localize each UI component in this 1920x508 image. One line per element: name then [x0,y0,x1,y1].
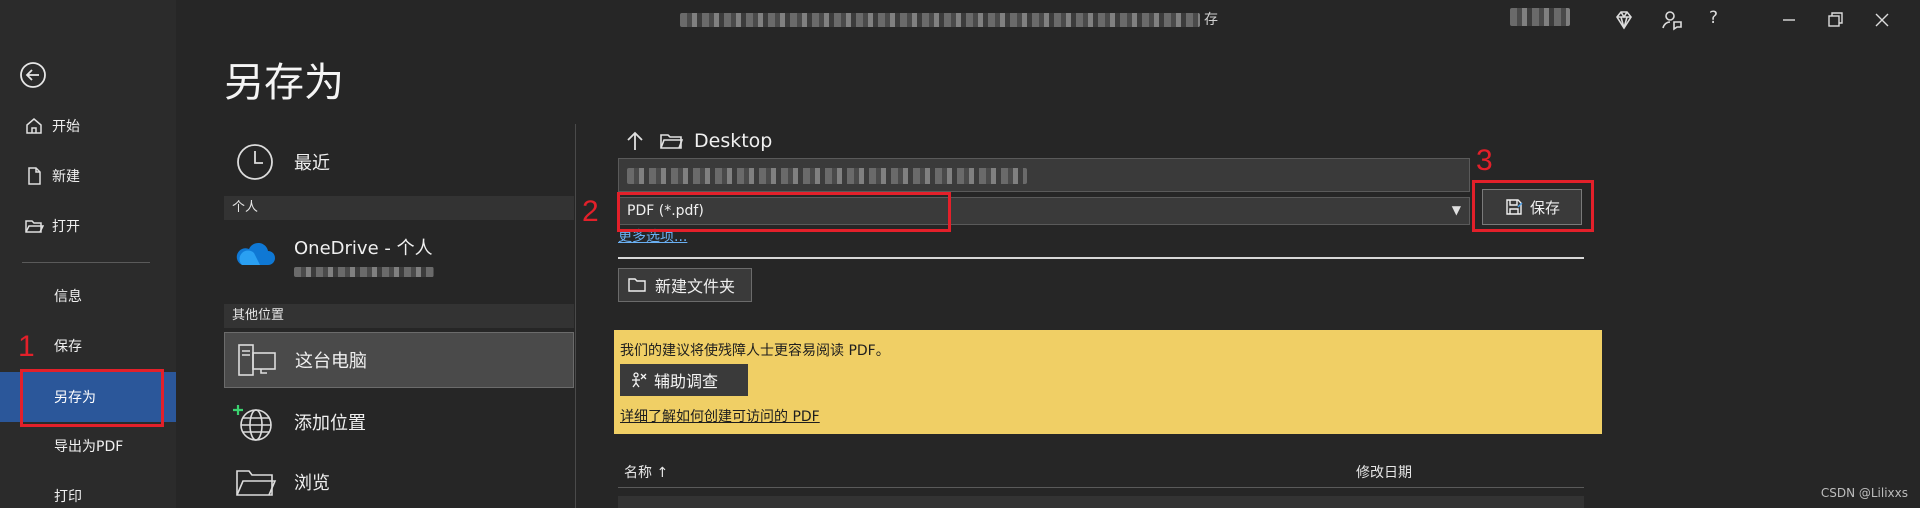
location-label: 最近 [294,153,330,174]
nav-item-home[interactable]: 开始 [0,106,176,146]
accessibility-banner: 我们的建议将使残障人士更容易阅读 PDF。 辅助调查 详细了解如何创建可访问的 … [614,330,1602,434]
location-label: 浏览 [294,473,330,494]
annotation-number-1: 1 [18,330,35,363]
accessibility-learn-link[interactable]: 详细了解如何创建可访问的 PDF [620,406,820,426]
accessibility-icon [632,372,647,388]
location-add-place[interactable]: 添加位置 [224,394,574,450]
nav-item-label: 保存 [54,339,82,355]
location-label: 这台电脑 [295,351,367,372]
share-person-icon[interactable] [1660,8,1684,32]
annotation-box-1 [20,369,164,427]
location-label: 添加位置 [294,413,366,434]
section-header-other-locations: 其他位置 [224,304,574,328]
annotation-box-2 [617,192,951,232]
backstage-nav: 开始 新建 打开 信息 保存 另存为 导出为PDF 打印 [0,0,176,508]
panel-divider [618,257,1584,259]
nav-item-label: 信息 [54,289,82,305]
nav-item-label: 新建 [52,169,80,185]
globe-add-icon [233,405,272,441]
watermark: CSDN @Lilixxs [1820,486,1908,500]
nav-item-label: 打印 [54,489,82,505]
blurred-user-name[interactable] [1510,8,1570,26]
window-title-suffix: 存 [1204,12,1218,28]
section-header-personal: 个人 [224,196,574,220]
folder-browse-icon [236,470,277,496]
restore-icon[interactable] [1823,8,1847,32]
annotation-number-3: 3 [1476,144,1493,177]
window-title: 存 [680,9,1240,31]
new-document-icon [28,167,41,185]
onedrive-cloud-icon [236,242,275,265]
diamond-icon[interactable] [1612,8,1636,32]
nav-item-open[interactable]: 打开 [0,206,176,246]
location-label: OneDrive - 个人 [294,238,433,259]
open-folder-icon [25,220,44,233]
file-list-header: 名称 ↑ 修改日期 [618,456,1584,488]
clock-icon [237,144,273,180]
nav-item-info[interactable]: 信息 [0,276,176,316]
location-onedrive[interactable]: OneDrive - 个人 [224,224,574,288]
accessibility-check-button[interactable]: 辅助调查 [620,364,748,396]
accessibility-button-label: 辅助调查 [654,372,719,391]
folder-icon [660,134,684,149]
up-arrow-icon[interactable] [622,128,648,154]
help-icon[interactable]: ? [1709,8,1718,28]
column-header-name[interactable]: 名称 ↑ [624,462,668,482]
blurred-title-text [680,13,1200,27]
location-browse[interactable]: 浏览 [224,454,574,508]
close-icon[interactable] [1870,8,1894,32]
nav-item-label: 开始 [52,119,80,135]
location-recent[interactable]: 最近 [224,134,574,190]
home-icon [26,118,42,134]
blurred-account-email [294,266,434,277]
chevron-down-icon: ▼ [1451,203,1461,217]
nav-item-label: 导出为PDF [54,439,124,455]
minimize-icon[interactable] [1777,8,1801,32]
back-arrow-icon[interactable] [18,60,48,90]
onedrive-text: OneDrive - 个人 [294,234,434,278]
accessibility-message: 我们的建议将使残障人士更容易阅读 PDF。 [620,343,890,359]
blurred-file-name [627,167,1027,184]
path-text[interactable]: Desktop [694,130,772,152]
nav-item-print[interactable]: 打印 [0,476,176,508]
location-this-pc[interactable]: 这台电脑 [224,332,574,388]
annotation-box-3 [1472,180,1594,232]
column-divider [575,124,576,508]
title-bar: 存 ? [0,0,1920,40]
nav-item-label: 打开 [52,219,80,235]
new-folder-button[interactable]: 新建文件夹 [618,268,752,302]
new-folder-label: 新建文件夹 [655,277,736,296]
annotation-number-2: 2 [582,195,599,228]
page-title: 另存为 [224,60,344,106]
new-folder-icon [628,278,646,292]
column-header-date[interactable]: 修改日期 [1356,462,1412,482]
locations-panel: 最近 个人 OneDrive - 个人 其他位置 这台电脑 添加位置 浏览 [224,124,574,508]
nav-divider [22,262,150,263]
onedrive-account [294,264,434,278]
file-list-row[interactable] [618,496,1584,508]
file-name-input[interactable] [618,158,1470,192]
path-breadcrumb: Desktop [622,126,772,156]
computer-icon [238,344,276,376]
nav-item-new[interactable]: 新建 [0,156,176,196]
nav-item-export-pdf[interactable]: 导出为PDF [0,426,176,466]
